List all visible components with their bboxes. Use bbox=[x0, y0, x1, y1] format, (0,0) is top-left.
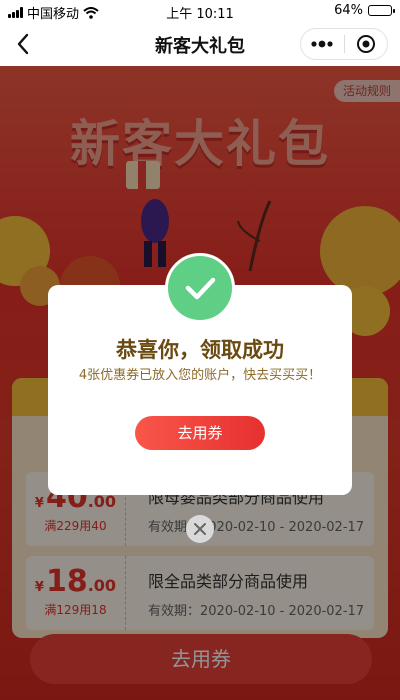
success-badge bbox=[165, 253, 235, 323]
mini-program-capsule bbox=[300, 28, 388, 60]
status-right: 64% bbox=[334, 3, 395, 18]
more-dots-icon bbox=[311, 40, 333, 48]
chevron-left-icon bbox=[17, 33, 29, 55]
back-button[interactable] bbox=[10, 30, 38, 58]
battery-icon bbox=[368, 5, 395, 16]
close-x-icon bbox=[194, 523, 206, 535]
modal-subtitle: 4张优惠券已放入您的账户，快去买买买！ bbox=[78, 368, 322, 383]
battery-percent: 64% bbox=[334, 3, 363, 18]
more-button[interactable] bbox=[301, 29, 344, 59]
target-close-icon bbox=[356, 35, 375, 53]
checkmark-icon bbox=[185, 277, 216, 300]
capsule-close-button[interactable] bbox=[344, 29, 387, 59]
modal-title: 恭喜你，领取成功 bbox=[116, 338, 284, 362]
nav-bar: 新客大礼包 bbox=[0, 22, 400, 66]
modal-close-button[interactable] bbox=[186, 515, 214, 543]
status-bar: 中国移动 上午 10:11 64% bbox=[0, 0, 400, 22]
use-coupon-button[interactable]: 去用券 bbox=[135, 416, 265, 450]
